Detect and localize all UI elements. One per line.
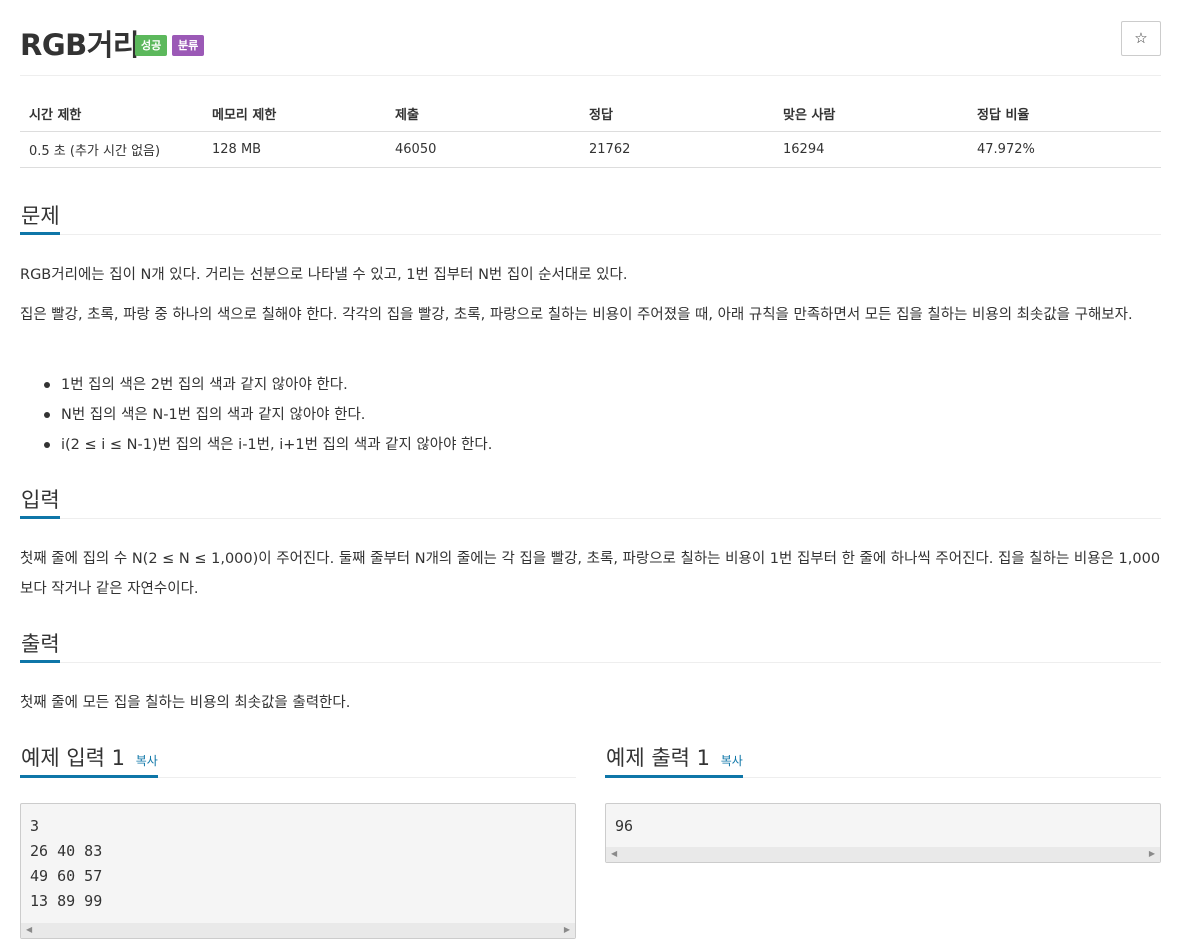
problem-title: RGB거리 [20, 28, 140, 62]
section-input-title: 입력 [20, 481, 60, 519]
copy-sample-input-button[interactable]: 복사 [136, 754, 158, 768]
info-header-solved-users: 맞은 사람 [774, 96, 968, 132]
problem-info-table: 시간 제한 메모리 제한 제출 정답 맞은 사람 정답 비율 0.5 초 (추가… [20, 96, 1161, 168]
info-table-row: 0.5 초 (추가 시간 없음) 128 MB 46050 21762 1629… [20, 131, 1161, 168]
scroll-left-icon[interactable]: ◀ [26, 925, 32, 934]
section-output-title: 출력 [20, 625, 60, 663]
sample-output-scrollbar[interactable]: ◀ ▶ [606, 847, 1160, 862]
section-input-header: 입력 [20, 481, 1161, 519]
section-description-title: 문제 [20, 197, 60, 235]
description-paragraph-1: RGB거리에는 집이 N개 있다. 거리는 선분으로 나타낼 수 있고, 1번 … [20, 267, 628, 283]
info-accepted: 21762 [580, 131, 774, 168]
star-button[interactable]: ☆ [1121, 21, 1161, 56]
sample-input-title: 예제 입력 1 [21, 746, 125, 770]
info-header-accepted: 정답 [580, 96, 774, 132]
info-memory-limit: 128 MB [203, 131, 386, 168]
sample-input-box[interactable]: 3 26 40 83 49 60 57 13 89 99 ◀ ▶ [20, 803, 576, 939]
sample-input-content[interactable]: 3 26 40 83 49 60 57 13 89 99 [21, 804, 575, 914]
section-output-header: 출력 [20, 625, 1161, 663]
scroll-right-icon[interactable]: ▶ [1149, 849, 1155, 858]
sample-output-content[interactable]: 96 [606, 804, 1160, 839]
output-description: 첫째 줄에 모든 집을 칠하는 비용의 최솟값을 출력한다. [20, 695, 351, 711]
info-submissions: 46050 [386, 131, 580, 168]
category-badge[interactable]: 분류 [172, 35, 205, 56]
sample-output-title: 예제 출력 1 [606, 746, 710, 770]
rules-list: 1번 집의 색은 2번 집의 색과 같지 않아야 한다. N번 집의 색은 N-… [41, 370, 1141, 460]
scroll-left-icon[interactable]: ◀ [611, 849, 617, 858]
sample-output-box[interactable]: 96 ◀ ▶ [605, 803, 1161, 863]
info-header-ratio: 정답 비율 [968, 96, 1161, 132]
problem-header: RGB거리 성공 분류 ☆ [20, 18, 1161, 76]
info-time-limit: 0.5 초 (추가 시간 없음) [20, 131, 203, 168]
sample-input-tab: 예제 입력 1 복사 [20, 734, 158, 778]
sample-input-header: 예제 입력 1 복사 [20, 734, 576, 778]
input-description: 첫째 줄에 집의 수 N(2 ≤ N ≤ 1,000)이 주어진다. 둘째 줄부… [20, 551, 1161, 597]
status-badge-success: 성공 [135, 35, 168, 56]
description-paragraph-2: 집은 빨강, 초록, 파랑 중 하나의 색으로 칠해야 한다. 각각의 집을 빨… [20, 307, 1133, 323]
info-table-header-row: 시간 제한 메모리 제한 제출 정답 맞은 사람 정답 비율 [20, 96, 1161, 132]
sample-output-tab: 예제 출력 1 복사 [605, 734, 743, 778]
info-header-time-limit: 시간 제한 [20, 96, 203, 132]
star-icon: ☆ [1134, 29, 1148, 47]
sample-input-scrollbar[interactable]: ◀ ▶ [21, 923, 575, 938]
rule-item: N번 집의 색은 N-1번 집의 색과 같지 않아야 한다. [41, 400, 1141, 430]
rule-item: i(2 ≤ i ≤ N-1)번 집의 색은 i-1번, i+1번 집의 색과 같… [41, 430, 1141, 460]
info-ratio: 47.972% [968, 131, 1161, 168]
section-description-header: 문제 [20, 197, 1161, 235]
rule-item: 1번 집의 색은 2번 집의 색과 같지 않아야 한다. [41, 370, 1141, 400]
sample-output-header: 예제 출력 1 복사 [605, 734, 1161, 778]
info-header-memory-limit: 메모리 제한 [203, 96, 386, 132]
info-header-submissions: 제출 [386, 96, 580, 132]
copy-sample-output-button[interactable]: 복사 [721, 754, 743, 768]
info-solved-users: 16294 [774, 131, 968, 168]
scroll-right-icon[interactable]: ▶ [564, 925, 570, 934]
